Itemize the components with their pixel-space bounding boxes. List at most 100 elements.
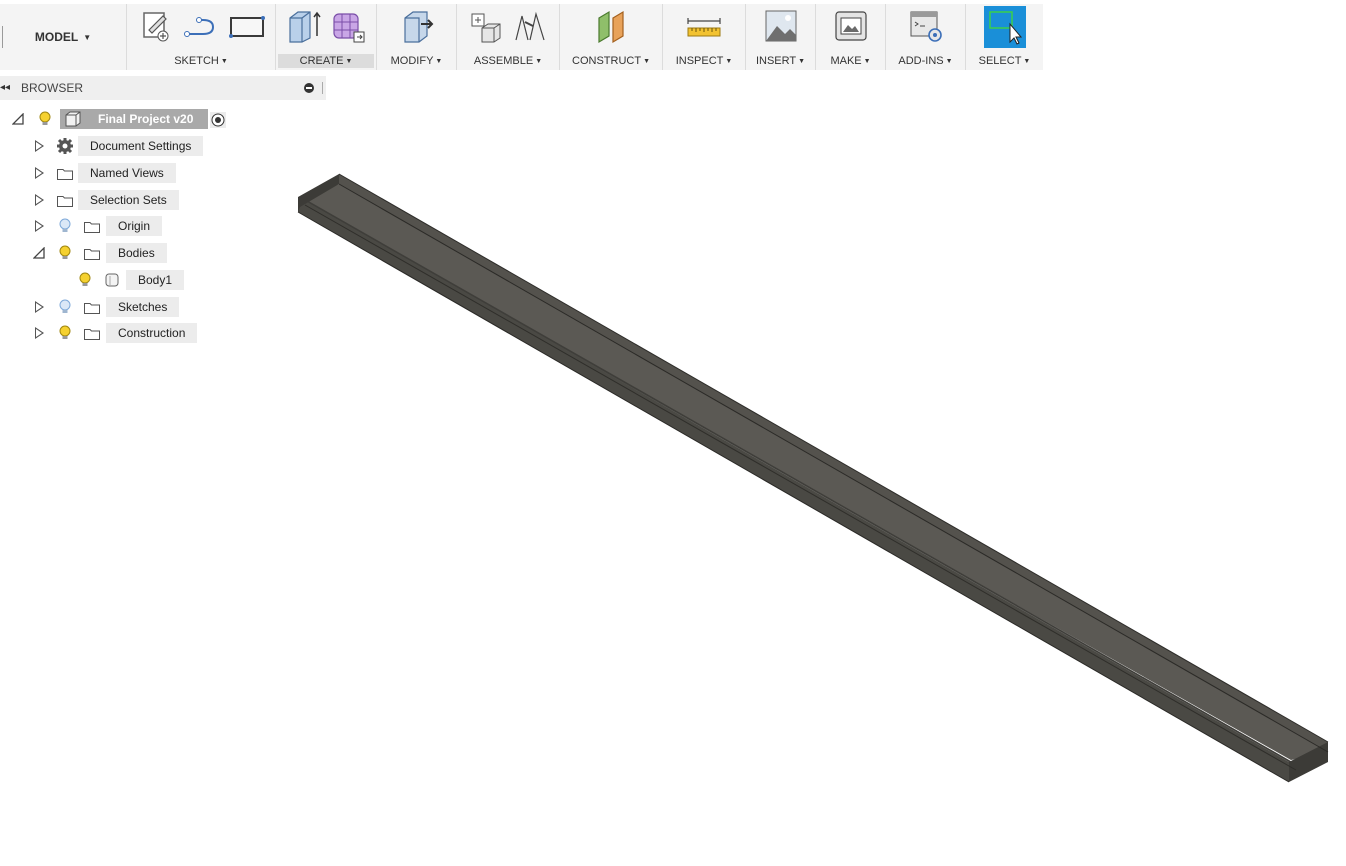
lightbulb-on-icon[interactable] — [59, 325, 71, 341]
collapsed-triangle-icon[interactable] — [35, 327, 44, 339]
browser-item-label: Construction — [106, 323, 198, 343]
insert-image-icon[interactable] — [763, 8, 799, 44]
form-icon[interactable] — [330, 8, 366, 44]
inspect-menu[interactable]: INSPECT ▼ — [665, 54, 743, 68]
browser-item-label: Bodies — [106, 243, 167, 263]
addins-menu[interactable]: ADD-INS ▼ — [888, 54, 963, 68]
construct-group[interactable]: CONSTRUCT ▼ — [560, 4, 663, 70]
lightbulb-on-icon[interactable] — [39, 111, 51, 127]
chevron-down-icon: ▼ — [83, 32, 92, 42]
chevron-down-icon: ▼ — [345, 58, 353, 65]
chevron-down-icon: ▼ — [798, 58, 806, 65]
new-component-icon[interactable] — [468, 8, 504, 44]
gear-icon — [57, 138, 73, 154]
front-flange — [298, 197, 1296, 764]
chevron-down-icon: ▼ — [1023, 58, 1031, 65]
construct-menu[interactable]: CONSTRUCT ▼ — [562, 54, 660, 68]
chevron-down-icon: ▼ — [863, 58, 871, 65]
construct-label: CONSTRUCT — [572, 55, 642, 67]
assemble-menu[interactable]: ASSEMBLE ▼ — [459, 54, 557, 68]
browser-item-label: Sketches — [106, 297, 180, 317]
addins-group[interactable]: ADD-INS ▼ — [886, 4, 966, 70]
expanded-triangle-icon[interactable] — [33, 247, 45, 259]
folder-icon — [84, 222, 100, 233]
hide-panel-icon[interactable] — [304, 83, 314, 93]
make-menu[interactable]: MAKE ▼ — [818, 54, 883, 68]
folder-icon — [84, 303, 100, 314]
browser-item-label: Selection Sets — [78, 190, 179, 210]
3d-print-icon[interactable] — [833, 8, 869, 44]
modify-menu[interactable]: MODIFY ▼ — [379, 54, 454, 68]
collapsed-triangle-icon[interactable] — [35, 167, 44, 179]
channel-side — [298, 197, 1289, 782]
activate-radio-icon[interactable] — [210, 112, 226, 128]
browser-header: ◂◂ BROWSER — [0, 76, 326, 100]
scripts-addins-icon[interactable] — [908, 8, 944, 44]
workspace-label: MODEL — [34, 30, 79, 44]
measure-icon[interactable] — [686, 8, 722, 44]
insert-group[interactable]: INSERT ▼ — [746, 4, 816, 70]
inspect-group[interactable]: INSPECT ▼ — [663, 4, 746, 70]
back-flange — [339, 174, 1328, 752]
start-face — [298, 174, 339, 212]
panel-resize-handle[interactable] — [322, 82, 323, 94]
lightbulb-off-icon[interactable] — [59, 299, 71, 315]
browser-item-origin[interactable]: Origin — [32, 216, 232, 236]
collapsed-triangle-icon[interactable] — [35, 194, 44, 206]
sketch-menu[interactable]: SKETCH ▼ — [129, 54, 273, 68]
collapsed-triangle-icon[interactable] — [35, 140, 44, 152]
create-group[interactable]: CREATE ▼ — [276, 4, 377, 70]
collapsed-triangle-icon[interactable] — [35, 301, 44, 313]
create-sketch-icon[interactable] — [137, 8, 173, 44]
folder-icon — [57, 169, 73, 180]
modify-group[interactable]: MODIFY ▼ — [377, 4, 457, 70]
offset-plane-icon[interactable] — [593, 8, 629, 44]
browser-item-sketches[interactable]: Sketches — [32, 297, 232, 317]
select-icon[interactable] — [983, 6, 1026, 48]
body-icon — [105, 273, 119, 287]
browser-item-document-settings[interactable]: Document Settings — [32, 136, 232, 156]
line-icon[interactable] — [183, 8, 219, 44]
collapsed-triangle-icon[interactable] — [35, 220, 44, 232]
rectangle-icon[interactable] — [229, 8, 265, 44]
modify-label: MODIFY — [390, 55, 434, 67]
inspect-label: INSPECT — [675, 55, 724, 67]
extrude-icon[interactable] — [286, 8, 322, 44]
create-menu[interactable]: CREATE ▼ — [278, 54, 374, 68]
channel-floor — [300, 184, 1328, 760]
browser-item-body1[interactable]: Body1 — [74, 270, 234, 290]
browser-item-bodies[interactable]: Bodies — [32, 243, 232, 263]
browser-item-label: Origin — [106, 216, 163, 236]
make-group[interactable]: MAKE ▼ — [816, 4, 886, 70]
browser-root-row[interactable]: Final Project v20 — [10, 109, 236, 129]
browser-item-named-views[interactable]: Named Views — [32, 163, 232, 183]
expanded-triangle-icon[interactable] — [12, 113, 24, 125]
select-menu[interactable]: SELECT ▼ — [968, 54, 1041, 68]
collapse-panel-icon[interactable]: ◂◂ — [0, 82, 10, 93]
select-group[interactable]: SELECT ▼ — [966, 4, 1043, 70]
joint-icon[interactable] — [512, 8, 548, 44]
browser-item-construction[interactable]: Construction — [32, 323, 232, 343]
sketch-group[interactable]: SKETCH ▼ — [127, 4, 276, 70]
sketch-label: SKETCH — [174, 55, 219, 67]
chevron-down-icon: ▼ — [945, 58, 953, 65]
channel-body[interactable] — [297, 173, 1329, 783]
chevron-down-icon: ▼ — [220, 58, 228, 65]
press-pull-icon[interactable] — [399, 8, 435, 44]
workspace-switcher[interactable]: MODEL ▼ — [0, 4, 127, 70]
chevron-down-icon: ▼ — [725, 58, 733, 65]
root-label: Final Project v20 — [98, 112, 194, 126]
browser-item-label: Named Views — [78, 163, 176, 183]
model-viewport[interactable] — [0, 0, 1346, 866]
chevron-down-icon: ▼ — [643, 58, 650, 65]
lightbulb-on-icon[interactable] — [79, 272, 91, 288]
browser-item-selection-sets[interactable]: Selection Sets — [32, 190, 232, 210]
chevron-down-icon: ▼ — [535, 58, 543, 65]
lightbulb-off-icon[interactable] — [59, 218, 71, 234]
browser-item-label: Body1 — [126, 270, 185, 290]
chevron-down-icon: ▼ — [435, 58, 443, 65]
lightbulb-on-icon[interactable] — [59, 245, 71, 261]
assemble-group[interactable]: ASSEMBLE ▼ — [457, 4, 560, 70]
insert-menu[interactable]: INSERT ▼ — [748, 54, 813, 68]
component-icon — [65, 111, 81, 127]
